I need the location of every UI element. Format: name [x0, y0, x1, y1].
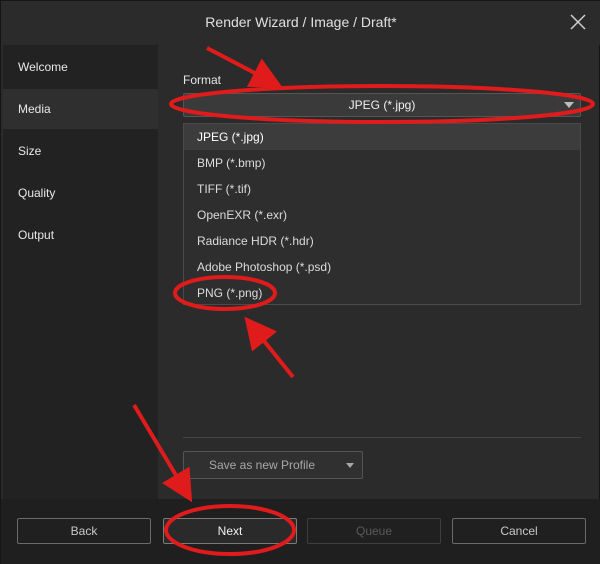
format-dropdown-list: JPEG (*.jpg) BMP (*.bmp) TIFF (*.tif) Op… [183, 123, 581, 305]
format-option-hdr[interactable]: Radiance HDR (*.hdr) [184, 228, 580, 254]
chevron-down-icon [564, 102, 574, 108]
chevron-down-icon [346, 463, 354, 468]
format-option-psd[interactable]: Adobe Photoshop (*.psd) [184, 254, 580, 280]
sidebar-item-welcome[interactable]: Welcome [3, 47, 158, 87]
cancel-button[interactable]: Cancel [452, 518, 586, 544]
close-icon[interactable] [569, 13, 587, 31]
format-label: Format [183, 73, 222, 87]
sidebar-item-size[interactable]: Size [3, 131, 158, 171]
queue-button: Queue [307, 518, 441, 544]
format-option-tiff[interactable]: TIFF (*.tif) [184, 176, 580, 202]
save-profile-label: Save as new Profile [208, 458, 316, 472]
sidebar-item-quality[interactable]: Quality [3, 173, 158, 213]
sidebar-item-media[interactable]: Media [3, 89, 158, 129]
format-option-bmp[interactable]: BMP (*.bmp) [184, 150, 580, 176]
format-select[interactable]: JPEG (*.jpg) [183, 93, 581, 117]
title-bar: Render Wizard / Image / Draft* [1, 1, 600, 45]
format-option-png[interactable]: PNG (*.png) [184, 280, 580, 306]
format-option-openexr[interactable]: OpenEXR (*.exr) [184, 202, 580, 228]
back-button[interactable]: Back [17, 518, 151, 544]
wizard-footer: Back Next Queue Cancel [1, 499, 600, 564]
wizard-sidebar: Welcome Media Size Quality Output [3, 45, 158, 499]
panel-divider [183, 437, 581, 438]
render-wizard-window: Render Wizard / Image / Draft* Welcome M… [0, 0, 600, 564]
window-title: Render Wizard / Image / Draft* [205, 14, 397, 30]
media-panel: Format JPEG (*.jpg) JPEG (*.jpg) BMP (*.… [159, 45, 599, 499]
sidebar-item-output[interactable]: Output [3, 215, 158, 255]
format-option-jpeg[interactable]: JPEG (*.jpg) [184, 124, 580, 150]
next-button[interactable]: Next [163, 518, 297, 544]
save-profile-button[interactable]: Save as new Profile [183, 451, 363, 479]
format-select-value: JPEG (*.jpg) [348, 98, 416, 112]
